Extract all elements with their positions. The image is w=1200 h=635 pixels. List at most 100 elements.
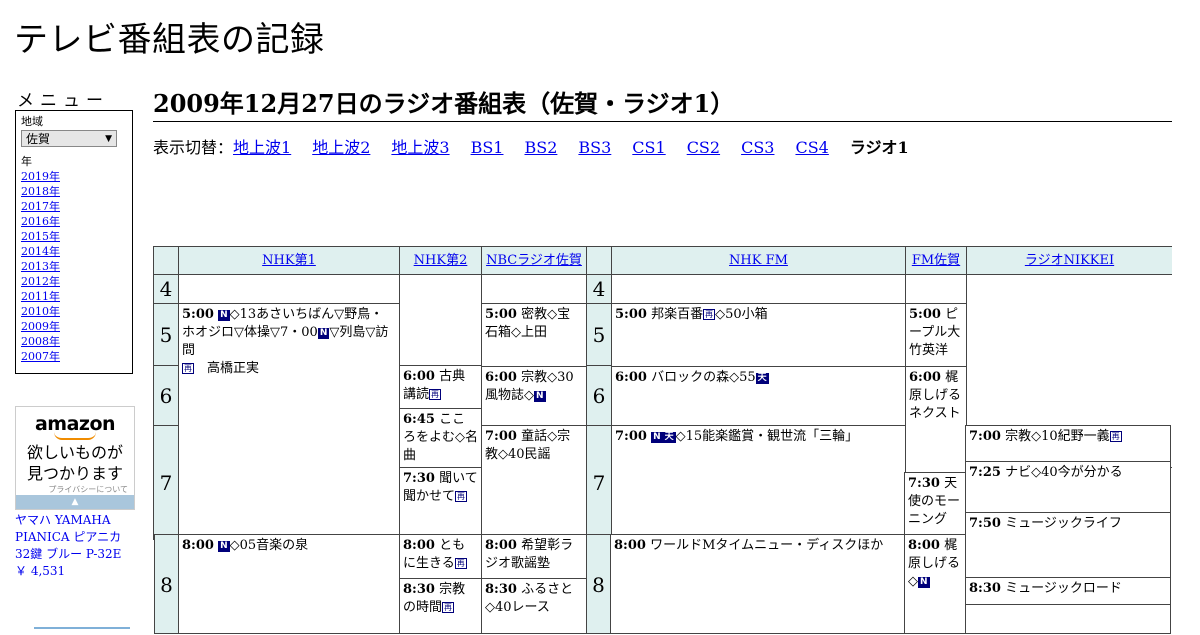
ad-product[interactable]: ヤマハ YAMAHA PIANICA ピアニカ 32鍵 ブルー P-32E ￥ … [15, 512, 137, 580]
hour-label: 7 [586, 425, 612, 540]
program-cell[interactable]: 6:00 バロックの森◇55 天 [611, 366, 906, 426]
program-cell[interactable]: 6:00 梶原しげるネクスト [905, 366, 967, 478]
ad-product-name[interactable]: ヤマハ YAMAHA PIANICA ピアニカ 32鍵 ブルー P-32E [15, 513, 121, 561]
switcher-label: 表示切替： [153, 138, 234, 157]
program-cell[interactable]: 6:45 こころをよむ◇名曲 [399, 408, 482, 468]
rebroadcast-icon: 再 [442, 602, 455, 613]
program-cell[interactable]: 7:00 童話◇宗教◇40民謡 [481, 425, 587, 540]
year-link[interactable]: 2018年 [21, 185, 60, 198]
year-link[interactable]: 2013年 [21, 260, 60, 273]
header-spacer [586, 246, 612, 275]
year-label: 年 [21, 155, 32, 168]
program-cell[interactable]: 5:00 密教◇宝石箱◇上田 [481, 303, 587, 367]
menu-heading: メニュー [17, 91, 109, 111]
year-link[interactable]: 2010年 [21, 305, 60, 318]
rebroadcast-icon: 再 [703, 309, 716, 320]
ad-text-line1: 欲しいものが [26, 443, 123, 462]
news-icon: N [534, 391, 546, 402]
hour-label: 4 [586, 274, 612, 304]
empty-slot [399, 274, 482, 366]
channel-header-nhkfm[interactable]: NHK FM [729, 253, 788, 268]
site-title: テレビ番組表の記録 [14, 20, 325, 60]
region-label: 地域 [21, 115, 43, 128]
program-cell[interactable]: 6:00 宗教◇30風物誌◇ N [481, 366, 587, 426]
channel-header-nikkei[interactable]: ラジオNIKKEI [1025, 253, 1114, 268]
ad-text-line2: 見つかります [26, 464, 123, 483]
switch-link-terrestrial3[interactable]: 地上波3 [391, 138, 449, 157]
news-icon: N [218, 310, 230, 321]
program-cell[interactable]: 8:30 ふるさと◇40レース [481, 578, 587, 634]
hour-label: 5 [586, 303, 612, 366]
channel-header-nhk1[interactable]: NHK第1 [262, 253, 316, 268]
channel-header-nbc[interactable]: NBCラジオ佐賀 [486, 253, 582, 268]
year-link[interactable]: 2007年 [21, 350, 60, 363]
rebroadcast-icon: 再 [454, 558, 467, 569]
program-cell[interactable]: 7:30 聞いて聞かせて再 [399, 467, 482, 540]
region-select[interactable]: 佐賀 ▼ [21, 130, 117, 147]
hour-label: 8 [586, 534, 611, 634]
program-cell[interactable]: 6:00 古典講読再 [399, 365, 482, 409]
year-link[interactable]: 2012年 [21, 275, 60, 288]
empty-slot [178, 274, 400, 304]
year-link[interactable]: 2015年 [21, 230, 60, 243]
hour-label: 5 [153, 303, 179, 366]
channel-header-nhk2[interactable]: NHK第2 [414, 253, 468, 268]
program-cell[interactable]: 8:00 梶原しげる◇ N [904, 534, 966, 634]
amazon-ad-banner[interactable]: amazon 欲しいものが 見つかります プライバシーについて ▲ [15, 406, 135, 510]
rebroadcast-icon: 再 [182, 363, 194, 374]
switch-link-terrestrial2[interactable]: 地上波2 [312, 138, 370, 157]
program-cell[interactable]: 8:00 ワールドMタイムニュー・ディスクほか [610, 534, 905, 634]
empty-slot [905, 274, 967, 304]
year-link[interactable]: 2014年 [21, 245, 60, 258]
news-icon: N [918, 577, 930, 588]
chevron-up-icon[interactable]: ▲ [16, 495, 134, 509]
year-link[interactable]: 2011年 [21, 290, 60, 303]
empty-slot [481, 274, 587, 304]
switch-link-bs3[interactable]: BS3 [578, 138, 611, 157]
year-link[interactable]: 2017年 [21, 200, 60, 213]
rebroadcast-icon: 再 [455, 491, 468, 502]
switch-link-cs1[interactable]: CS1 [632, 138, 665, 157]
year-link[interactable]: 2008年 [21, 335, 60, 348]
rebroadcast-icon: 再 [429, 389, 442, 400]
year-link[interactable]: 2009年 [21, 320, 60, 333]
year-link[interactable]: 2016年 [21, 215, 60, 228]
switch-current-radio1: ラジオ1 [849, 138, 909, 157]
hour-label: 6 [586, 365, 612, 426]
weather-icon: 天 [755, 373, 769, 384]
year-list: 2019年 2018年 2017年 2016年 2015年 2014年 2013… [21, 169, 127, 364]
program-cell[interactable]: 8:00 ともに生きる再 [399, 534, 482, 579]
program-cell[interactable]: 8:00 希望彰ラジオ歌謡塾 [481, 534, 587, 579]
program-cell[interactable]: 7:25 ナビ◇40今が分かる [965, 461, 1171, 513]
ad-privacy-link[interactable]: プライバシーについて [16, 484, 134, 495]
year-link[interactable]: 2019年 [21, 170, 60, 183]
hour-label: 6 [153, 365, 179, 426]
program-cell[interactable]: 7:00 N 天 ◇15能楽鑑賞・観世流「三輪」 [611, 425, 906, 540]
switch-link-cs3[interactable]: CS3 [741, 138, 774, 157]
page-heading: 2009年12月27日のラジオ番組表（佐賀・ラジオ1） [153, 84, 1172, 122]
news-icon: N [317, 328, 330, 339]
program-cell[interactable]: 7:50 ミュージックライフ [965, 512, 1171, 578]
display-switcher: 表示切替：地上波1 地上波2 地上波3 BS1 BS2 BS3 CS1 CS2 CS3 CS4 ラジ… [153, 134, 909, 158]
program-cell[interactable]: 8:30 ミュージックロード [965, 577, 1171, 605]
rebroadcast-icon: 再 [1109, 431, 1122, 442]
program-cell[interactable]: 8:00 N ◇05音楽の泉 [178, 534, 400, 634]
program-cell[interactable]: 7:30 天使のモーニング [904, 472, 966, 535]
weather-icon: 天 [662, 432, 676, 443]
news-icon: N [651, 432, 663, 443]
program-cell[interactable]: 5:00 N ◇13あさいちばん▽野鳥・ホオジロ▽体操▽7・00 N ▽列島▽訪問再 … [178, 303, 400, 540]
switch-link-cs2[interactable]: CS2 [687, 138, 720, 157]
program-cell[interactable]: 5:00 邦楽百番再 ◇50小箱 [611, 303, 906, 367]
ad-product-price: ￥ 4,531 [15, 564, 66, 578]
program-cell[interactable]: 7:00 宗教◇10紀野一義再 [965, 425, 1171, 462]
switch-link-bs2[interactable]: BS2 [524, 138, 557, 157]
switch-link-terrestrial1[interactable]: 地上波1 [233, 138, 291, 157]
region-select-value: 佐賀 [26, 132, 51, 146]
program-cell[interactable]: 5:00 ピープル大竹英洋 [905, 303, 967, 367]
switch-link-cs4[interactable]: CS4 [795, 138, 828, 157]
channel-header-fmsaga[interactable]: FM佐賀 [912, 253, 960, 268]
ad-divider [34, 627, 130, 629]
program-cell[interactable]: 8:30 宗教の時間再 [399, 578, 482, 634]
hour-label: 8 [154, 534, 179, 634]
switch-link-bs1[interactable]: BS1 [471, 138, 504, 157]
